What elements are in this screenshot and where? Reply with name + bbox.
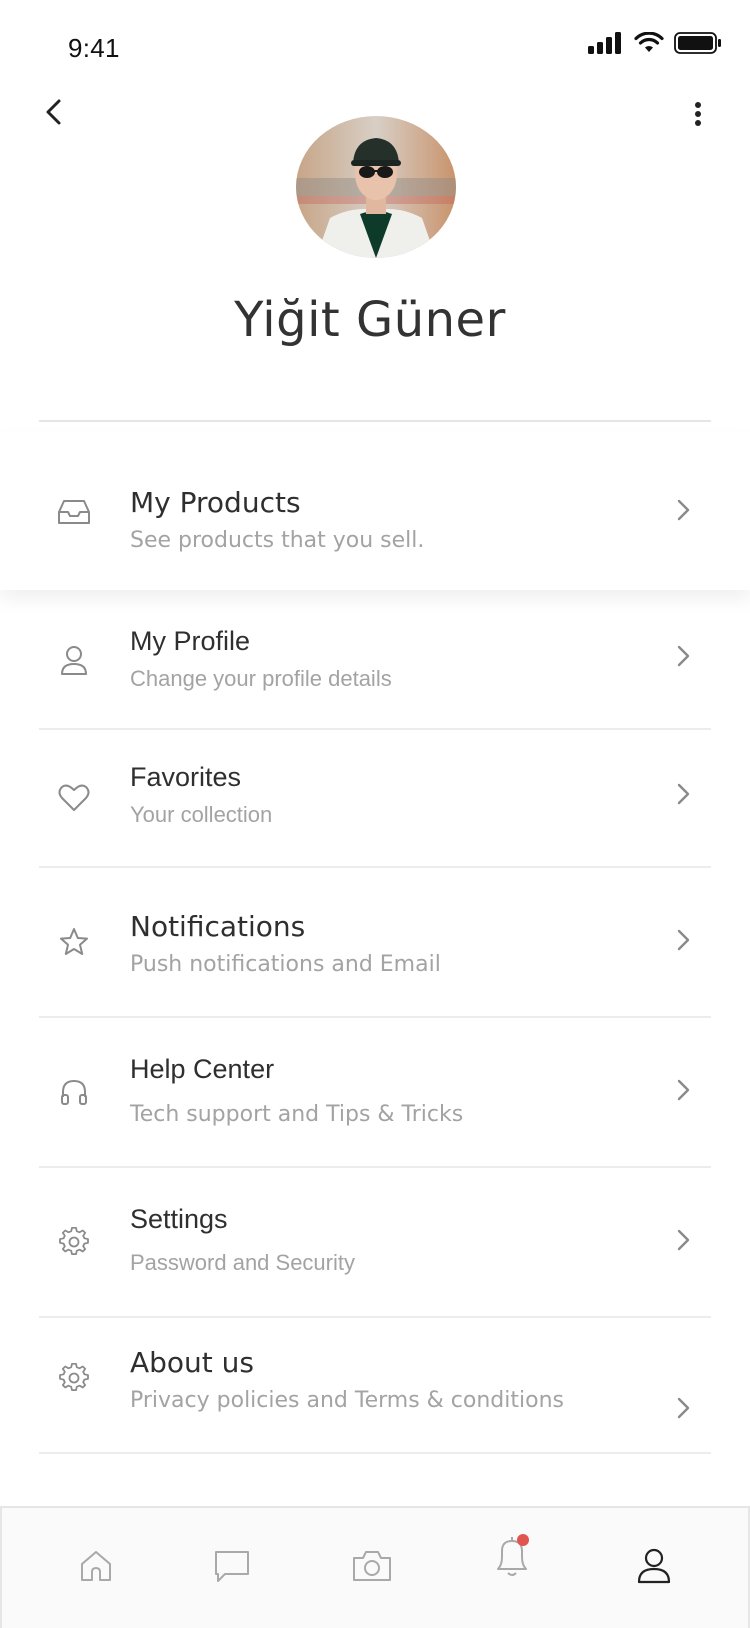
tab-camera[interactable]	[344, 1538, 400, 1594]
battery-icon	[674, 32, 721, 54]
status-icons	[588, 32, 722, 54]
back-button[interactable]	[34, 92, 74, 132]
menu-item-my-products[interactable]: My Products See products that you sell.	[0, 432, 750, 590]
headphones-icon	[56, 1074, 92, 1110]
star-icon	[56, 924, 92, 960]
menu-item-title: My Profile	[130, 626, 251, 656]
chevron-right-icon	[674, 1226, 694, 1254]
chat-icon	[215, 1551, 249, 1582]
cellular-signal-icon	[588, 32, 621, 54]
camera-icon	[353, 1551, 391, 1581]
menu-item-subtitle: Change your profile details	[130, 666, 392, 691]
menu-item-settings[interactable]: Settings Password and Security	[0, 1168, 750, 1318]
tab-notifications[interactable]	[484, 1530, 540, 1586]
user-icon	[637, 1548, 671, 1584]
bell-icon	[497, 1534, 529, 1576]
wifi-icon	[634, 32, 664, 52]
chevron-right-icon	[674, 780, 694, 808]
home-icon	[81, 1551, 111, 1581]
chevron-right-icon	[674, 496, 694, 524]
menu-item-help-center[interactable]: Help Center Tech support and Tips & Tric…	[0, 1018, 750, 1168]
chevron-left-icon	[46, 99, 61, 125]
menu-item-favorites[interactable]: Favorites Your collection	[0, 730, 750, 868]
user-icon	[56, 642, 92, 678]
menu-item-my-profile[interactable]: My Profile Change your profile details	[0, 592, 750, 730]
more-vertical-icon	[695, 102, 701, 126]
chevron-right-icon	[674, 1394, 694, 1422]
chevron-right-icon	[674, 1076, 694, 1104]
avatar[interactable]	[296, 116, 456, 258]
status-bar: 9:41	[0, 0, 750, 90]
more-options-button[interactable]	[686, 96, 710, 132]
bottom-tab-bar	[0, 1506, 750, 1628]
status-time: 9:41	[68, 33, 120, 63]
inbox-icon	[56, 494, 92, 530]
menu-item-title: Settings	[130, 1204, 228, 1234]
menu-item-subtitle: Tech support and Tips & Tricks	[130, 1102, 464, 1127]
tab-profile[interactable]	[626, 1538, 682, 1594]
menu-item-subtitle: Push notifications and Email	[130, 952, 441, 977]
gear-icon	[56, 1224, 92, 1260]
menu-item-title: Help Center	[130, 1054, 275, 1084]
menu-divider	[39, 1452, 711, 1454]
menu-item-title: My Products	[130, 486, 301, 519]
menu-item-subtitle: See products that you sell.	[130, 528, 425, 553]
chevron-right-icon	[674, 642, 694, 670]
chevron-right-icon	[674, 926, 694, 954]
menu-item-subtitle: Privacy policies and Terms & conditions	[130, 1388, 564, 1413]
tab-messages[interactable]	[204, 1538, 260, 1594]
menu-item-notifications[interactable]: Notifications Push notifications and Ema…	[0, 868, 750, 1018]
menu-item-title: Favorites	[130, 762, 242, 792]
menu-item-about-us[interactable]: About us Privacy policies and Terms & co…	[0, 1318, 750, 1454]
gear-icon	[56, 1360, 92, 1396]
menu-item-subtitle: Password and Security	[130, 1250, 355, 1275]
notification-dot	[517, 1534, 529, 1546]
avatar-photo	[296, 116, 456, 258]
profile-name: Yiğit Güner	[234, 292, 506, 348]
tab-home[interactable]	[68, 1538, 124, 1594]
heart-icon	[56, 780, 92, 816]
menu-item-title: Notifications	[130, 910, 306, 943]
header-divider	[39, 420, 711, 422]
menu-item-subtitle: Your collection	[130, 802, 273, 827]
menu-item-title: About us	[130, 1346, 255, 1379]
